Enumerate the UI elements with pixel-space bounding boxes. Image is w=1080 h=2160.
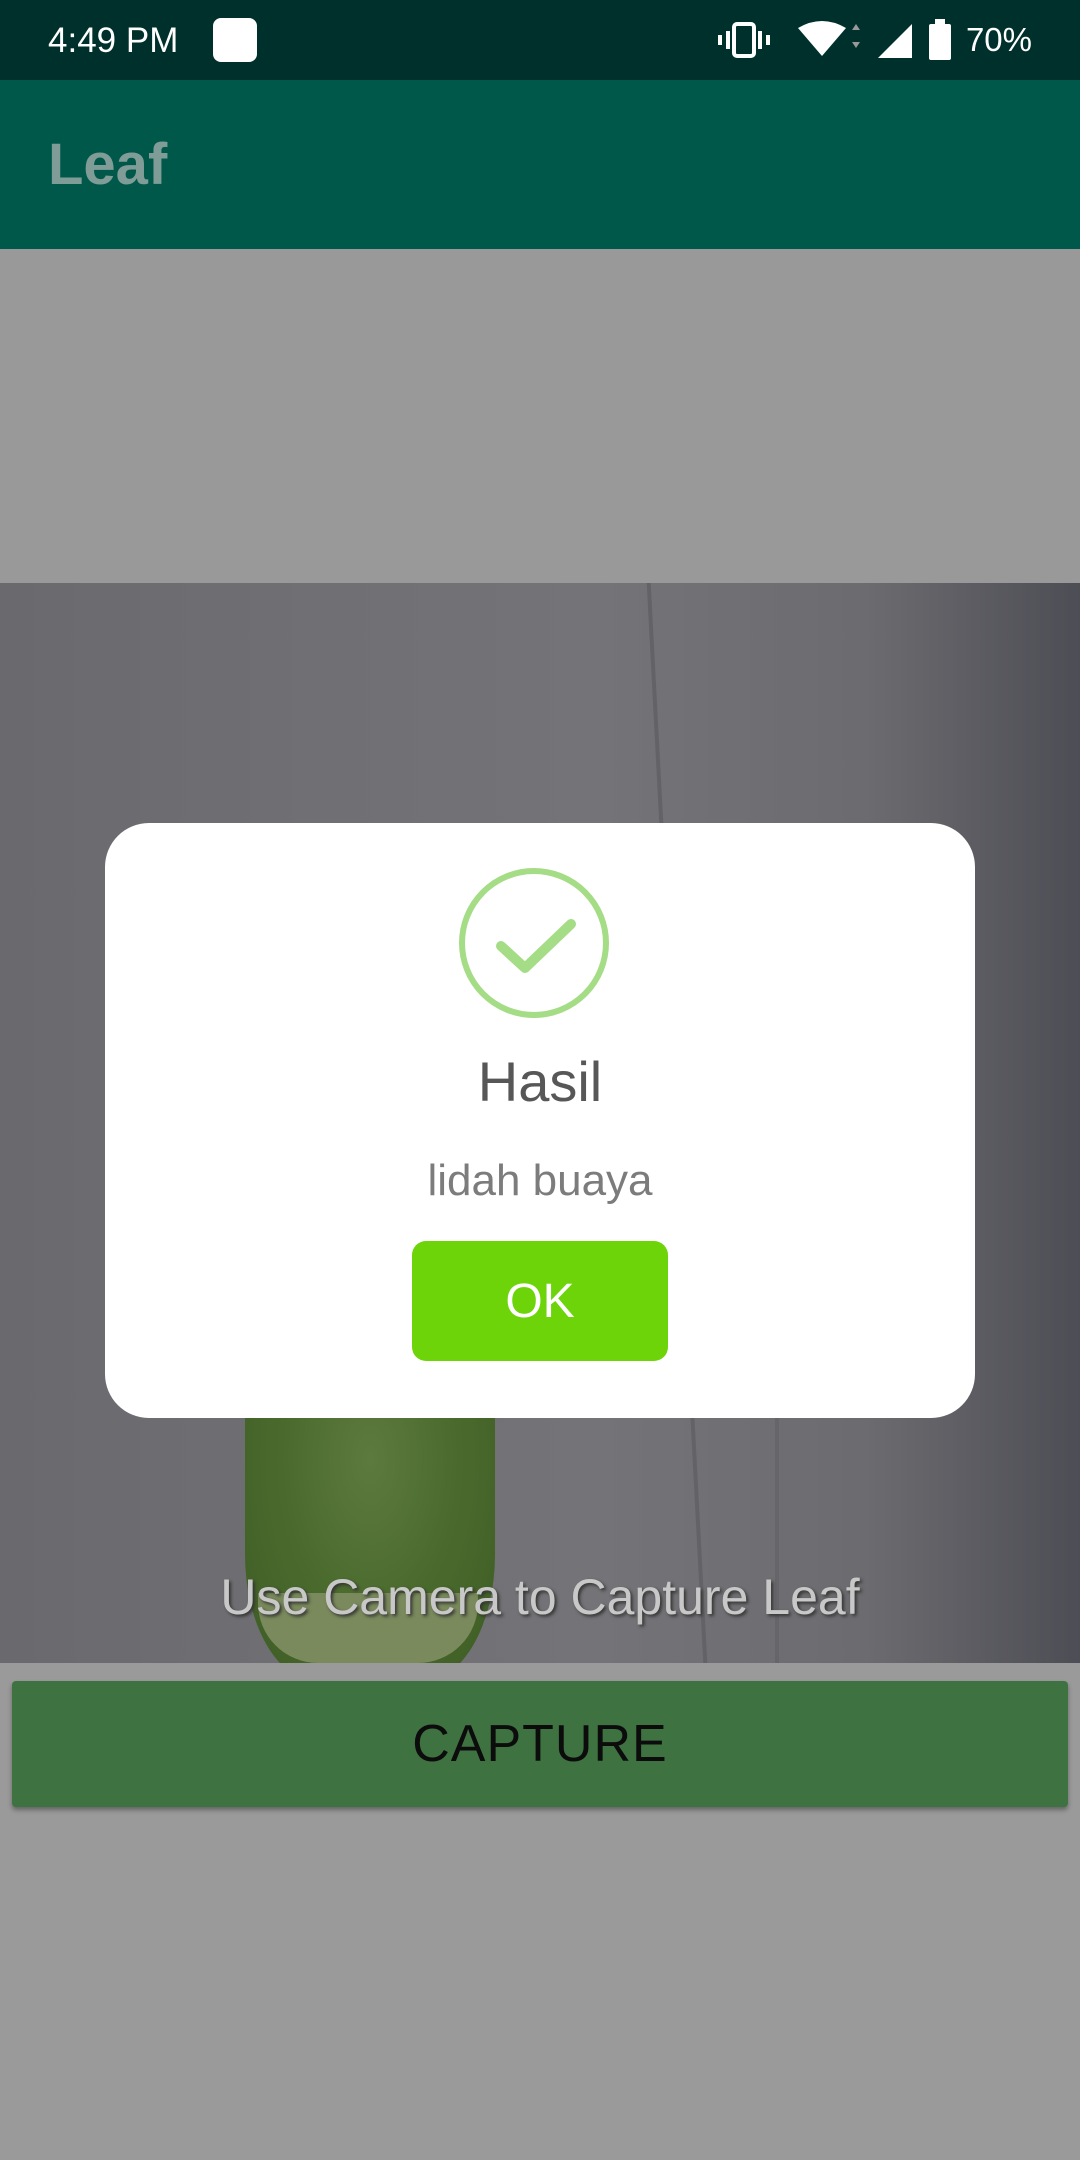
app-bar: Leaf: [0, 80, 1080, 249]
camera-hint: Use Camera to Capture Leaf: [220, 1569, 860, 1625]
app-title: Leaf: [48, 132, 168, 197]
dialog-result-text: lidah buaya: [427, 1156, 653, 1205]
vibrate-icon: [714, 20, 778, 60]
success-check-icon: [459, 868, 609, 1018]
capture-button[interactable]: CAPTURE: [12, 1681, 1068, 1807]
status-time: 4:49 PM: [48, 21, 179, 60]
status-icons: 70%: [714, 0, 1032, 80]
ok-button[interactable]: OK: [412, 1241, 668, 1361]
battery-icon: [928, 19, 952, 61]
wifi-icon: [792, 20, 862, 60]
battery-percent: 70%: [965, 21, 1032, 58]
top-spacer: [0, 249, 1080, 583]
result-dialog: Hasil lidah buaya OK: [105, 823, 975, 1418]
status-bar: 4:49 PM 70%: [0, 0, 1080, 80]
notification-icon: [213, 18, 257, 62]
dialog-title: Hasil: [477, 1050, 603, 1113]
signal-icon: [876, 20, 914, 60]
